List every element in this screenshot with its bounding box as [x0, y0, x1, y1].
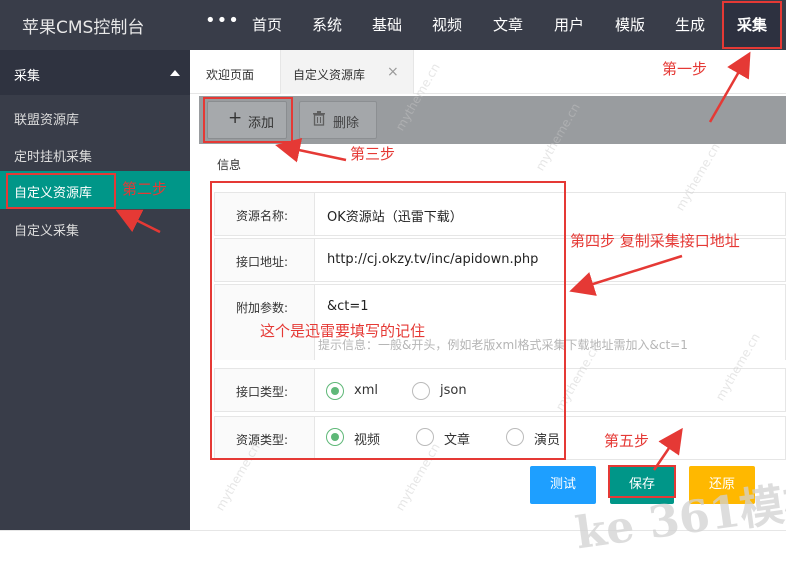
annotation-step1: 第一步	[662, 60, 708, 78]
annotation-step4: 第四步 复制采集接口地址	[570, 232, 740, 250]
annotation-step3: 第三步	[350, 145, 396, 163]
annotation-step5: 第五步	[604, 432, 650, 450]
arrow-step3	[275, 137, 347, 163]
arrow-step1	[708, 51, 751, 123]
arrow-step5	[652, 427, 683, 471]
arrow-step2	[115, 209, 161, 234]
annotation-arrows	[115, 51, 751, 471]
arrow-step4	[569, 254, 683, 296]
annotation-note: 这个是迅雷要填写的记住	[260, 322, 426, 340]
annotation-step2: 第二步	[122, 180, 168, 198]
